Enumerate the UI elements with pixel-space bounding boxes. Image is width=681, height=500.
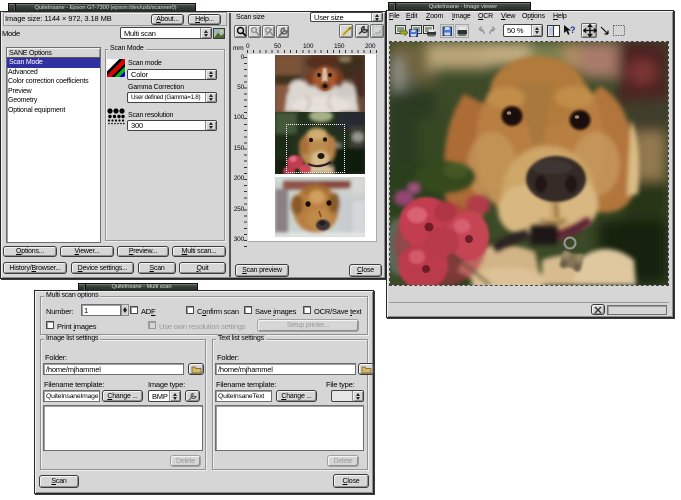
svg-text:?: ? xyxy=(570,25,575,35)
